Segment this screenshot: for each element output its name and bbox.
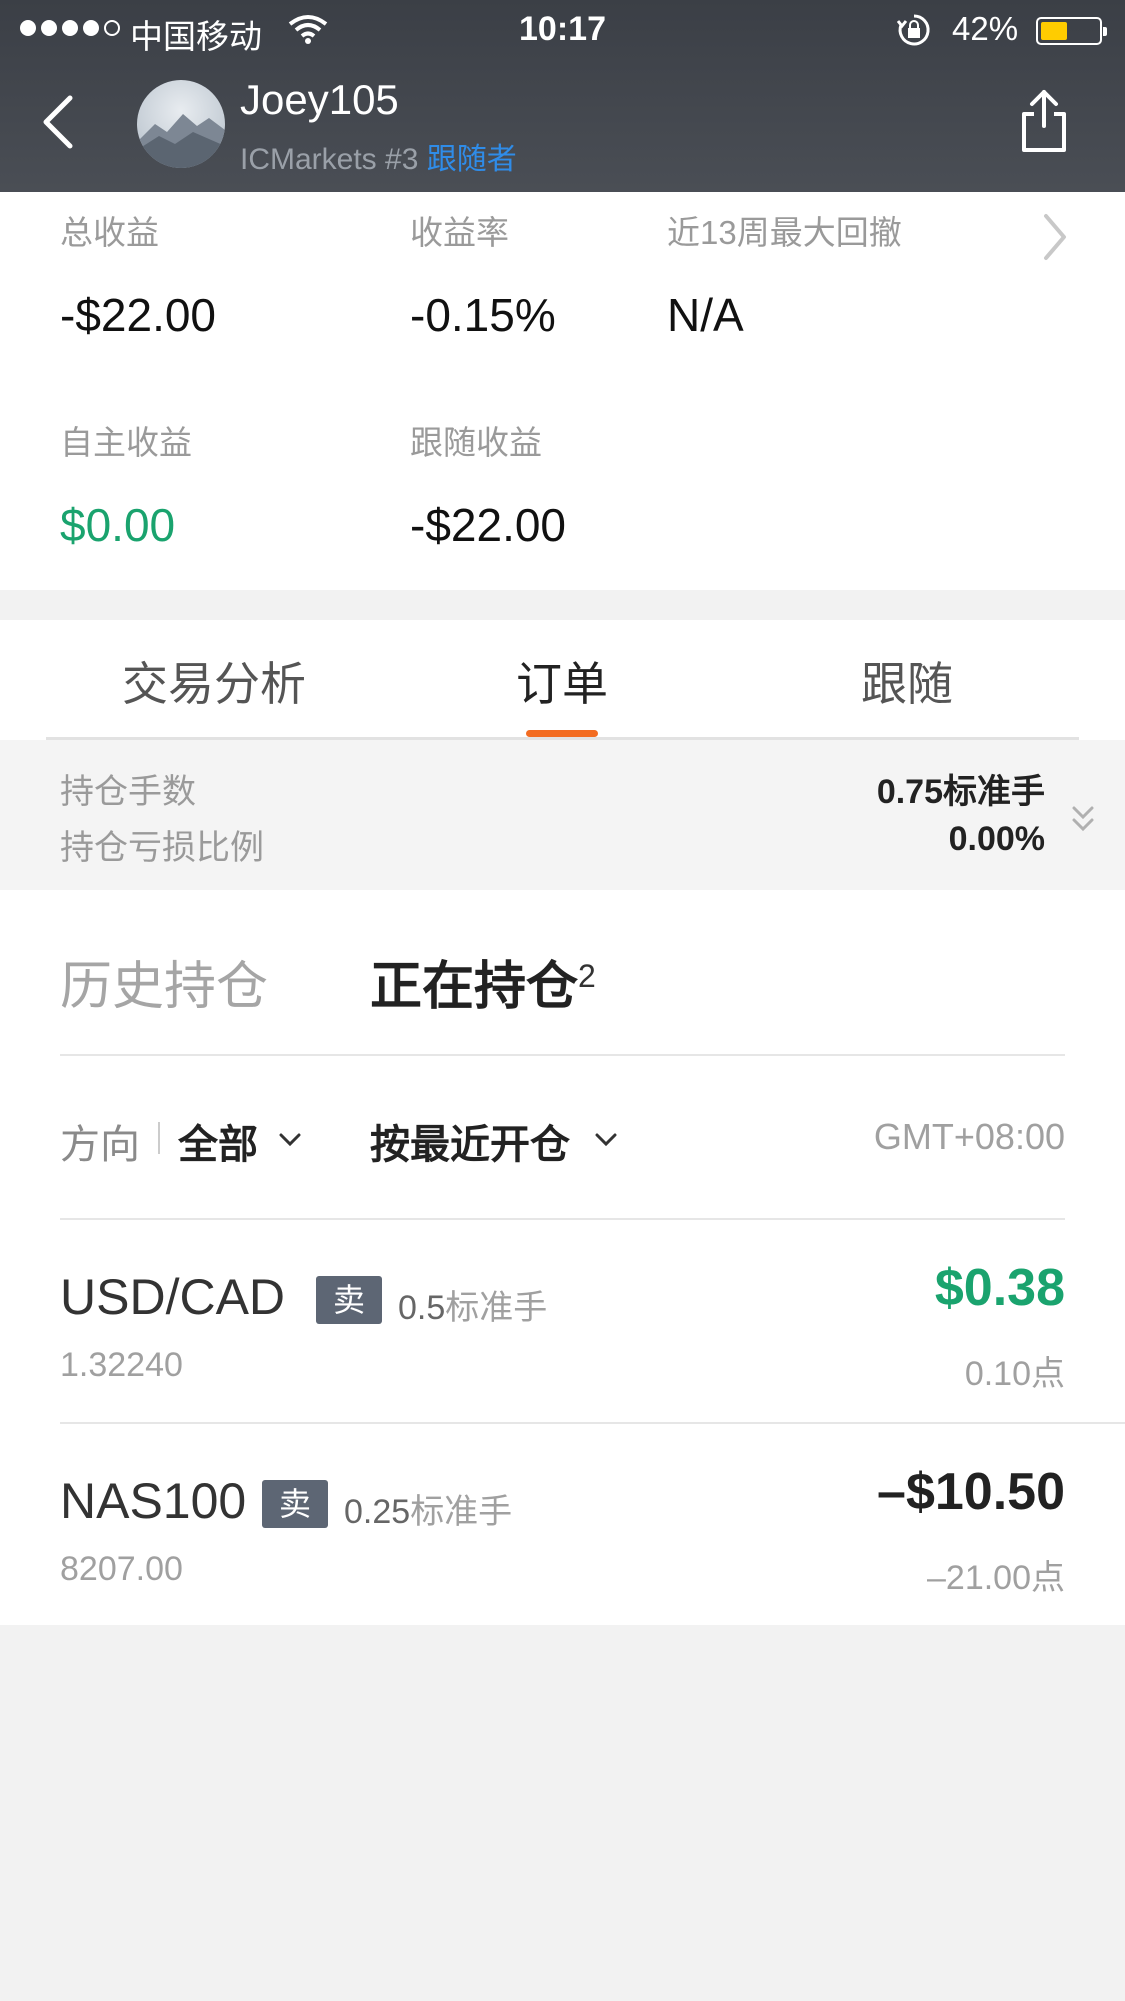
tab-history-positions[interactable]: 历史持仓 [60, 944, 268, 1019]
order-lots: 0.5标准手 [398, 1280, 547, 1329]
direction-filter-label: 方向 [60, 1123, 140, 1167]
max-drawdown-label: 近13周最大回撤 [667, 214, 902, 251]
position-lots-value: 0.75标准手 [876, 773, 1045, 811]
chevron-right-icon[interactable] [1040, 212, 1070, 262]
order-row[interactable]: USD/CAD 卖 0.5标准手 1.32240 $0.38 0.10点 [0, 1220, 1125, 1420]
order-symbol: USD/CAD [60, 1269, 286, 1325]
order-lots-unit: 标准手 [410, 1493, 513, 1531]
order-side-badge: 卖 [316, 1276, 382, 1324]
chevron-down-icon[interactable] [594, 1132, 618, 1148]
return-rate-stat: 收益率 -0.15% [410, 206, 556, 342]
order-side-badge: 卖 [262, 1480, 328, 1528]
order-pnl: –$10.50 [877, 1463, 1065, 1521]
order-symbol: NAS100 [60, 1473, 247, 1529]
order-lots-unit: 标准手 [445, 1289, 548, 1327]
position-summary: 持仓手数 0.75标准手 持仓亏损比例 0.00% [0, 740, 1125, 890]
app-header: 中国移动 10:17 42% Joey105 ICMarkets #3 跟随者 [0, 0, 1125, 192]
self-profit-label: 自主收益 [60, 424, 192, 461]
return-rate-value: -0.15% [410, 289, 556, 341]
status-bar: 中国移动 10:17 42% [0, 0, 1125, 60]
profit-summary: 总收益 -$22.00 收益率 -0.15% 近13周最大回撤 N/A 自主收益… [0, 192, 1125, 590]
order-open-price: 8207.00 [60, 1550, 183, 1588]
total-profit-label: 总收益 [60, 214, 159, 251]
broker-name: ICMarkets #3 [240, 143, 419, 176]
max-drawdown-stat: 近13周最大回撤 N/A [667, 206, 902, 342]
tab-open-positions[interactable]: 正在持仓 [370, 944, 578, 1019]
position-lots-label: 持仓手数 [60, 773, 196, 811]
battery-icon [1036, 17, 1107, 45]
order-open-price: 1.32240 [60, 1346, 183, 1384]
rotation-lock-icon [897, 14, 930, 46]
order-pnl: $0.38 [934, 1259, 1065, 1317]
order-lots-value: 0.25 [344, 1493, 411, 1531]
order-points: 0.10点 [964, 1355, 1065, 1393]
sort-dropdown[interactable]: 按最近开仓 [370, 1112, 570, 1170]
main-tabs: 交易分析 订单 跟随 [0, 620, 1125, 740]
battery-percentage: 42% [952, 10, 1019, 47]
max-drawdown-value: N/A [667, 289, 744, 341]
avatar[interactable] [137, 80, 225, 168]
tab-follow[interactable]: 跟随 [861, 648, 953, 714]
trader-username: Joey105 [240, 76, 399, 123]
active-tab-indicator [526, 730, 598, 737]
follow-profit-stat: 跟随收益 -$22.00 [410, 416, 566, 552]
share-icon[interactable] [1018, 88, 1070, 154]
order-points: –21.00点 [927, 1559, 1065, 1597]
position-loss-ratio-label: 持仓亏损比例 [60, 829, 264, 867]
orders-panel: 历史持仓 正在持仓 2 方向 全部 按最近开仓 GMT+08:00 USD/CA… [0, 890, 1125, 1625]
self-profit-stat: 自主收益 $0.00 [60, 416, 192, 552]
follow-profit-label: 跟随收益 [410, 424, 542, 461]
self-profit-value: $0.00 [60, 499, 176, 551]
subtabs-divider [60, 1054, 1065, 1056]
open-positions-count: 2 [578, 958, 596, 994]
trader-subtitle: ICMarkets #3 跟随者 [240, 134, 517, 178]
direction-filter-dropdown[interactable]: 全部 [178, 1112, 258, 1170]
total-profit-stat: 总收益 -$22.00 [60, 206, 216, 342]
role-badge: 跟随者 [426, 143, 517, 176]
back-arrow-icon[interactable] [36, 90, 82, 154]
tab-trade-analysis[interactable]: 交易分析 [122, 648, 306, 714]
return-rate-label: 收益率 [410, 214, 509, 251]
position-loss-ratio-value: 0.00% [948, 820, 1045, 858]
timezone-label: GMT+08:00 [873, 1116, 1065, 1157]
double-chevron-down-icon[interactable] [1068, 802, 1098, 838]
chevron-down-icon[interactable] [278, 1132, 302, 1148]
follow-profit-value: -$22.00 [410, 499, 567, 551]
order-row[interactable]: NAS100 卖 0.25标准手 8207.00 –$10.50 –21.00点 [0, 1424, 1125, 1624]
tab-orders[interactable]: 订单 [516, 648, 608, 714]
filter-separator [158, 1122, 160, 1154]
order-lots-value: 0.5 [398, 1289, 446, 1327]
total-profit-value: -$22.00 [60, 289, 217, 341]
order-lots: 0.25标准手 [344, 1484, 512, 1533]
